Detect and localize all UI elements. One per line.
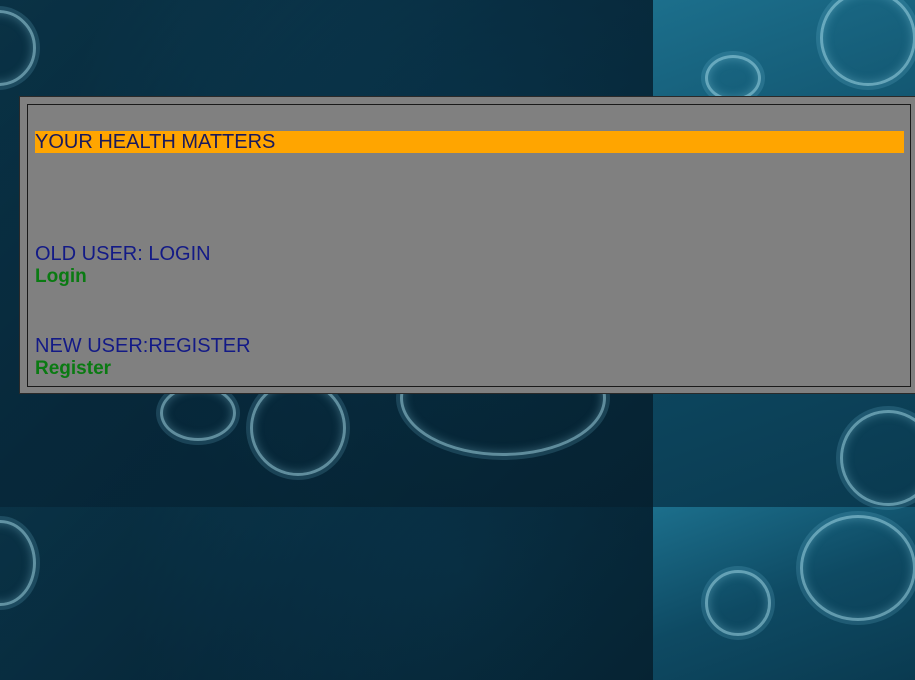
auth-panel: YOUR HEALTH MATTERS OLD USER: LOGIN Logi… (19, 96, 915, 394)
background-tile (0, 507, 653, 680)
coronavirus-icon (250, 380, 346, 476)
coronavirus-icon (800, 515, 915, 621)
page-title-banner: YOUR HEALTH MATTERS (35, 131, 904, 153)
new-user-label: NEW USER:REGISTER (35, 335, 251, 357)
login-link[interactable]: Login (35, 266, 87, 288)
old-user-label: OLD USER: LOGIN (35, 243, 211, 265)
auth-panel-inner-border: YOUR HEALTH MATTERS OLD USER: LOGIN Logi… (27, 104, 911, 387)
register-link[interactable]: Register (35, 358, 111, 380)
coronavirus-icon (705, 570, 771, 636)
coronavirus-icon (705, 55, 761, 101)
